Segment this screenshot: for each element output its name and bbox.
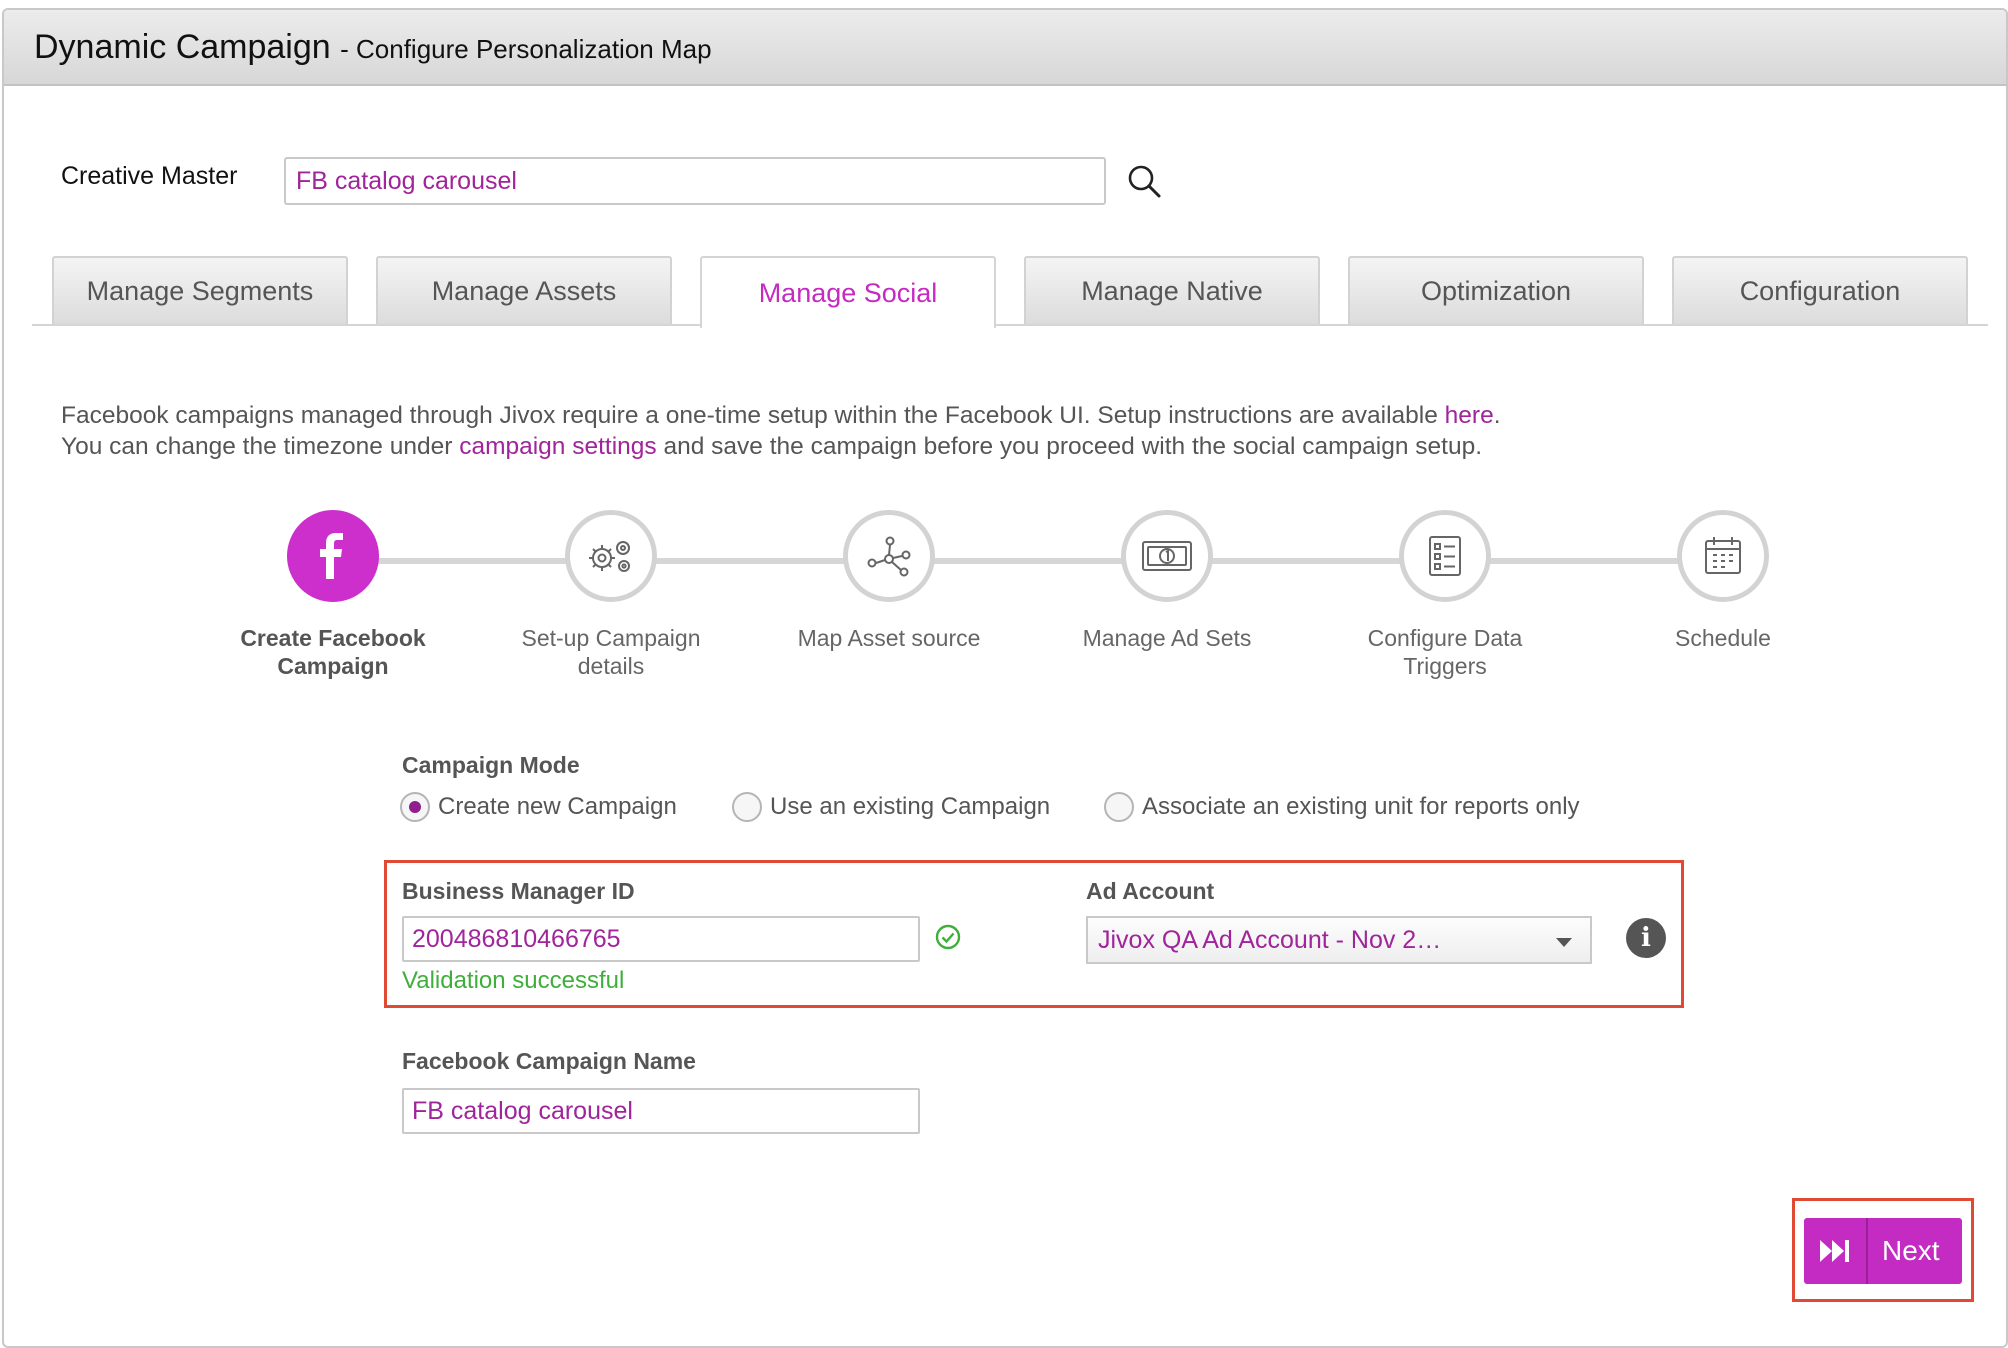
radio-button[interactable]	[732, 792, 762, 822]
tab-manage-segments[interactable]: Manage Segments	[52, 256, 348, 324]
info-icon[interactable]: i	[1626, 918, 1666, 958]
tab-configuration[interactable]: Configuration	[1672, 256, 1968, 324]
tab-bar: Manage Segments Manage Assets Manage Soc…	[32, 256, 1988, 328]
facebook-campaign-name-input[interactable]	[402, 1088, 920, 1134]
next-button-label: Next	[1882, 1235, 1940, 1266]
calendar-icon	[1677, 510, 1769, 602]
radio-associate-existing-unit[interactable]: Associate an existing unit for reports o…	[1104, 792, 1580, 822]
title-bar: Dynamic Campaign - Configure Personaliza…	[4, 10, 2006, 86]
step-manage-ad-sets[interactable]: Manage Ad Sets	[1047, 510, 1287, 652]
next-button[interactable]: Next	[1804, 1218, 1962, 1284]
checklist-icon	[1399, 510, 1491, 602]
ad-account-selected-value: Jivox QA Ad Account - Nov 2…	[1098, 925, 1442, 954]
tab-manage-social[interactable]: Manage Social	[700, 256, 996, 328]
page-title-main: Dynamic Campaign	[34, 28, 331, 66]
radio-use-existing-campaign[interactable]: Use an existing Campaign	[732, 792, 1050, 822]
step-create-facebook-campaign[interactable]: Create Facebook Campaign	[213, 510, 453, 680]
money-icon	[1121, 510, 1213, 602]
setup-info-text: Facebook campaigns managed through Jivox…	[61, 402, 1501, 460]
campaign-mode-label: Campaign Mode	[402, 752, 580, 778]
setup-instructions-link[interactable]: here	[1445, 402, 1494, 429]
creative-master-input[interactable]	[284, 157, 1106, 205]
validation-message: Validation successful	[402, 967, 625, 994]
business-manager-id-label: Business Manager ID	[402, 878, 635, 904]
facebook-campaign-name-label: Facebook Campaign Name	[402, 1048, 696, 1074]
campaign-settings-link[interactable]: campaign settings	[459, 433, 656, 460]
step-configure-data-triggers[interactable]: Configure Data Triggers	[1325, 510, 1565, 680]
tab-optimization[interactable]: Optimization	[1348, 256, 1644, 324]
radio-button[interactable]	[400, 792, 430, 822]
creative-master-label: Creative Master	[61, 162, 238, 190]
radio-create-new-campaign[interactable]: Create new Campaign	[400, 792, 677, 822]
gears-icon	[565, 510, 657, 602]
fast-forward-icon	[1804, 1218, 1868, 1284]
main-window: Dynamic Campaign - Configure Personaliza…	[2, 8, 2008, 1348]
chevron-down-icon	[1556, 938, 1572, 947]
page-title: Dynamic Campaign - Configure Personaliza…	[34, 28, 712, 67]
check-circle-icon	[934, 923, 962, 951]
ad-account-select[interactable]: Jivox QA Ad Account - Nov 2…	[1086, 916, 1592, 964]
tab-manage-native[interactable]: Manage Native	[1024, 256, 1320, 324]
step-setup-campaign-details[interactable]: Set-up Campaign details	[491, 510, 731, 680]
radio-button[interactable]	[1104, 792, 1134, 822]
business-manager-id-input[interactable]	[402, 916, 920, 962]
facebook-icon	[287, 510, 379, 602]
search-icon[interactable]	[1124, 162, 1164, 202]
tab-manage-assets[interactable]: Manage Assets	[376, 256, 672, 324]
step-map-asset-source[interactable]: Map Asset source	[769, 510, 1009, 652]
step-schedule[interactable]: Schedule	[1603, 510, 1843, 652]
ad-account-label: Ad Account	[1086, 878, 1215, 904]
network-icon	[843, 510, 935, 602]
page-title-subtitle: - Configure Personalization Map	[340, 34, 712, 64]
